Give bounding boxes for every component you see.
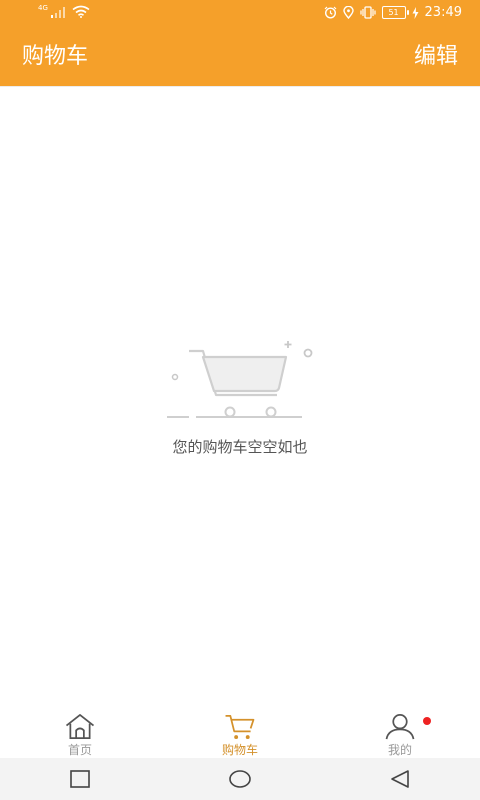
tab-profile-label: 我的 (387, 743, 412, 757)
status-left: 4G (38, 5, 90, 18)
back-nav-button[interactable] (370, 758, 430, 800)
wifi-icon (72, 5, 90, 18)
status-time: 23:49 (424, 5, 462, 20)
status-bar: 4G 51 23:49 (0, 0, 480, 28)
tab-cart-label: 购物车 (221, 743, 258, 757)
tab-profile[interactable]: 我的 (320, 710, 480, 758)
signal-icon (50, 6, 65, 18)
status-right: 51 23:49 (324, 5, 462, 20)
system-nav-bar (0, 758, 480, 800)
battery-indicator: 51 (381, 6, 409, 19)
recent-apps-icon (70, 770, 90, 788)
location-icon (342, 6, 354, 19)
network-type-label: 4G (38, 4, 48, 12)
notification-badge (423, 717, 431, 725)
empty-cart-state: 您的购物车空空如也 (0, 336, 480, 457)
charging-icon (412, 6, 419, 19)
app-header: 购物车 编辑 (0, 28, 480, 86)
home-icon (65, 714, 95, 739)
bottom-tab-bar: 首页 购物车 我的 (0, 710, 480, 758)
header-divider (0, 86, 480, 87)
tab-cart[interactable]: 购物车 (160, 710, 320, 758)
vibrate-icon (359, 6, 376, 19)
alarm-icon (324, 6, 336, 19)
recent-apps-button[interactable] (50, 758, 110, 800)
home-circle-icon (229, 770, 251, 788)
edit-button[interactable]: 编辑 (414, 42, 458, 72)
cart-icon (225, 715, 255, 740)
user-icon (385, 714, 415, 740)
back-triangle-icon (391, 770, 409, 788)
home-nav-button[interactable] (210, 758, 270, 800)
tab-home[interactable]: 首页 (0, 710, 160, 758)
empty-cart-icon (167, 341, 313, 418)
tab-home-label: 首页 (67, 743, 92, 757)
empty-cart-message: 您的购物车空空如也 (172, 438, 308, 456)
page-title: 购物车 (22, 44, 89, 69)
